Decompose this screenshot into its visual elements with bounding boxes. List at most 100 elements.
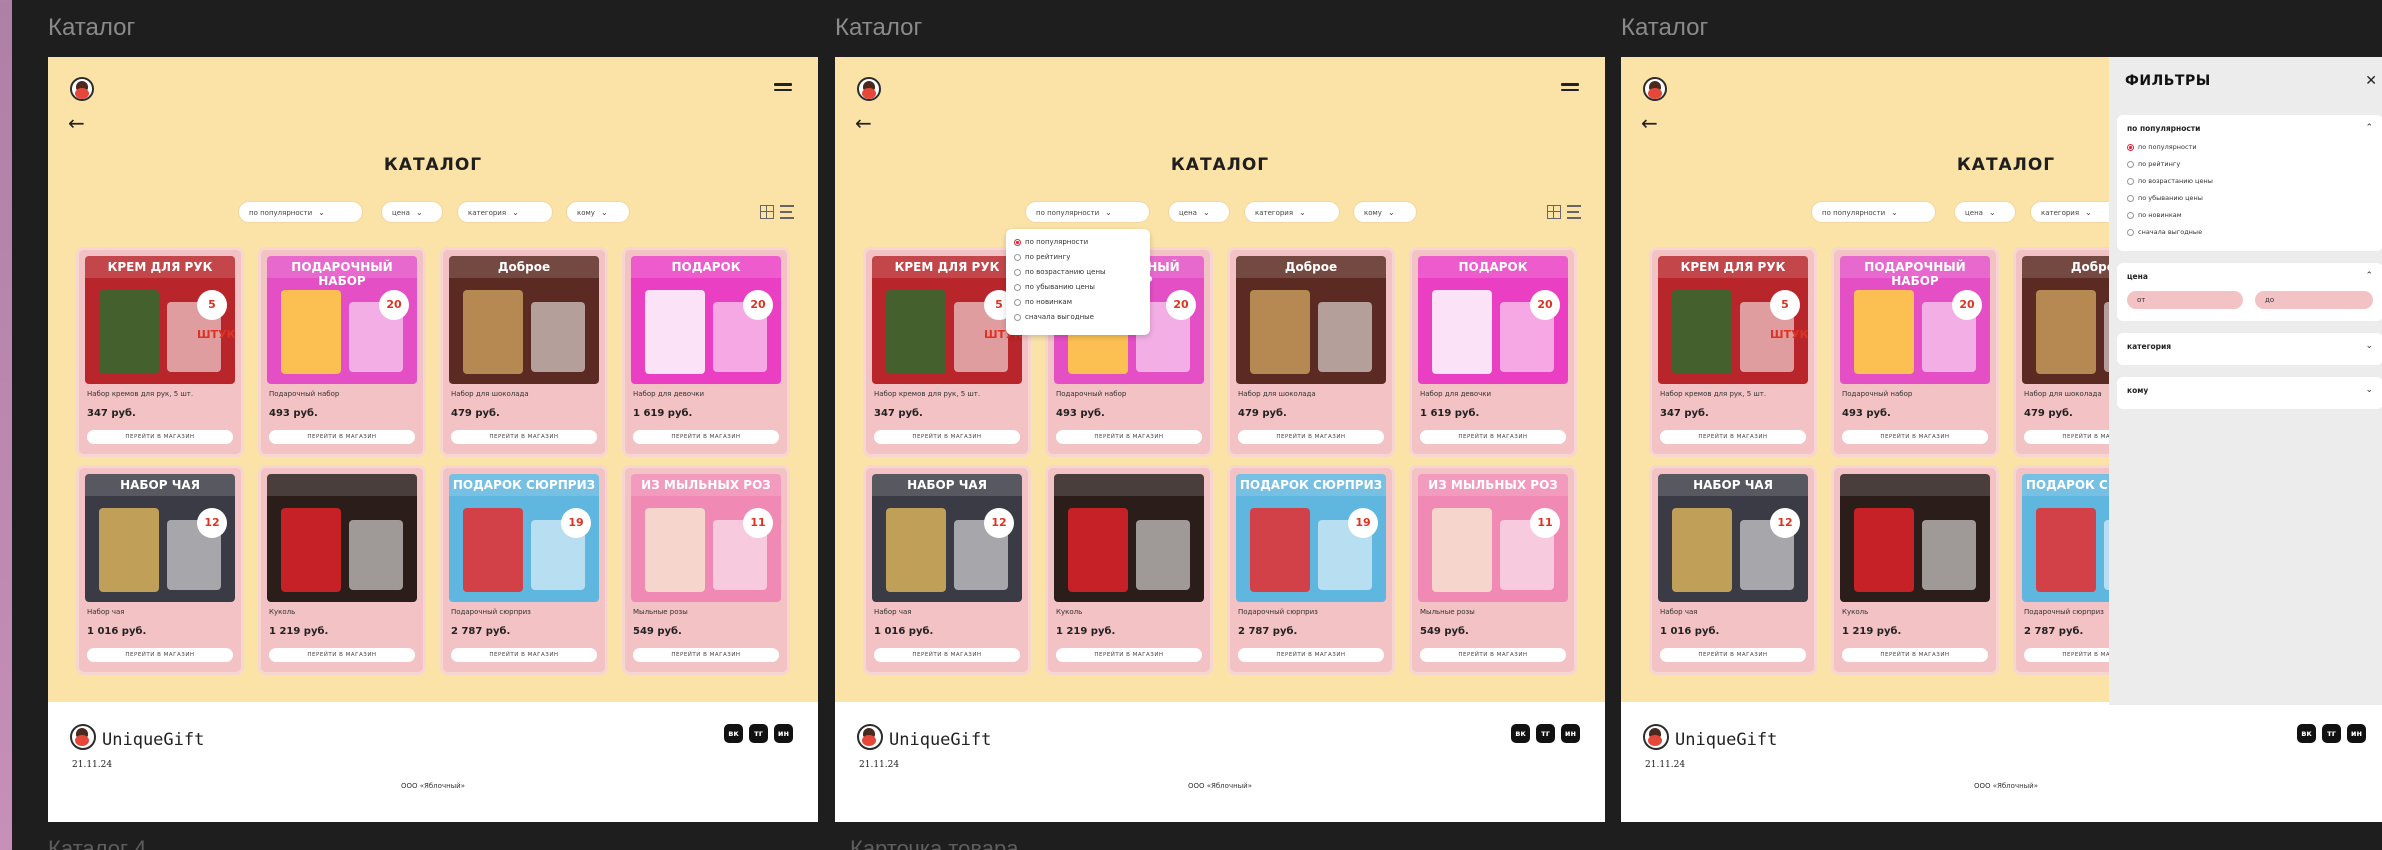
go-to-shop-button[interactable]: ПЕРЕЙТИ В МАГАЗИН [269, 648, 415, 662]
chevron-down-icon[interactable]: ⌄ [2365, 385, 2373, 395]
filter-chip[interactable]: цена ⌄ [1168, 201, 1230, 223]
filter-chip[interactable]: категория ⌄ [1244, 201, 1340, 223]
brand-logo-icon[interactable] [70, 77, 94, 101]
product-card[interactable]: НАБОР ЧАЯ 12 Набор чая 1 016 руб. ПЕРЕЙТИ В … [1649, 465, 1817, 675]
product-price: 479 руб. [1238, 408, 1287, 419]
product-card[interactable]: Куколь 1 219 руб. ПЕРЕЙТИ В МАГАЗИН [1831, 465, 1999, 675]
price-from-input[interactable]: от [2127, 291, 2243, 309]
product-card[interactable]: ПОДАРОК 20 Набор для девочки 1 619 руб. ПЕРЕ… [1409, 247, 1577, 457]
footer-org: ООО «Яблочный» [400, 782, 466, 790]
instagram-icon[interactable]: ин [774, 724, 793, 743]
go-to-shop-button[interactable]: ПЕРЕЙТИ В МАГАЗИН [1842, 430, 1988, 444]
list-view-icon[interactable] [1567, 205, 1581, 219]
go-to-shop-button[interactable]: ПЕРЕЙТИ В МАГАЗИН [451, 430, 597, 444]
go-to-shop-button[interactable]: ПЕРЕЙТИ В МАГАЗИН [451, 648, 597, 662]
product-card[interactable]: ИЗ МЫЛЬНЫХ РОЗ 11 Мыльные розы 549 руб. ПЕРЕ… [1409, 465, 1577, 675]
sort-option[interactable]: сначала выгодные [1014, 310, 1142, 325]
instagram-icon[interactable]: ин [1561, 724, 1580, 743]
go-to-shop-button[interactable]: ПЕРЕЙТИ В МАГАЗИН [1056, 430, 1202, 444]
list-view-icon[interactable] [780, 205, 794, 219]
sort-option[interactable]: по популярности [2117, 139, 2382, 156]
product-card[interactable]: ИЗ МЫЛЬНЫХ РОЗ 11 Мыльные розы 549 руб. ПЕРЕ… [622, 465, 790, 675]
go-to-shop-button[interactable]: ПЕРЕЙТИ В МАГАЗИН [1238, 430, 1384, 444]
product-card[interactable]: Доброе Набор для шоколада 479 руб. ПЕРЕЙТИ … [1227, 247, 1395, 457]
go-to-shop-button[interactable]: ПЕРЕЙТИ В МАГАЗИН [1660, 430, 1806, 444]
grid-view-icon[interactable] [760, 205, 774, 219]
telegram-icon[interactable]: тг [1536, 724, 1555, 743]
product-image-caption: ПОДАРОК [1458, 260, 1528, 274]
go-to-shop-button[interactable]: ПЕРЕЙТИ В МАГАЗИН [874, 430, 1020, 444]
sort-option[interactable]: по рейтингу [2117, 156, 2382, 173]
vk-icon[interactable]: вк [1511, 724, 1530, 743]
sort-option[interactable]: по убыванию цены [1014, 280, 1142, 295]
go-to-shop-button[interactable]: ПЕРЕЙТИ В МАГАЗИН [1238, 648, 1384, 662]
instagram-icon[interactable]: ин [2347, 724, 2366, 743]
sort-option[interactable]: по убыванию цены [2117, 190, 2382, 207]
filter-chip[interactable]: цена ⌄ [381, 201, 443, 223]
back-arrow-icon[interactable]: ← [1641, 113, 1658, 133]
brand-logo-icon[interactable] [1643, 77, 1667, 101]
vk-icon[interactable]: вк [724, 724, 743, 743]
go-to-shop-button[interactable]: ПЕРЕЙТИ В МАГАЗИН [874, 648, 1020, 662]
sort-option[interactable]: по возрастанию цены [1014, 265, 1142, 280]
go-to-shop-button[interactable]: ПЕРЕЙТИ В МАГАЗИН [87, 648, 233, 662]
go-to-shop-button[interactable]: ПЕРЕЙТИ В МАГАЗИН [633, 430, 779, 444]
product-image [1054, 474, 1204, 602]
product-card[interactable]: Куколь 1 219 руб. ПЕРЕЙТИ В МАГАЗИН [1045, 465, 1213, 675]
go-to-shop-button[interactable]: ПЕРЕЙТИ В МАГАЗИН [1842, 648, 1988, 662]
product-card[interactable]: ПОДАРОЧНЫЙ НАБОР20 Подарочный набор 493 ру… [1831, 247, 1999, 457]
price-to-input[interactable]: до [2255, 291, 2373, 309]
back-arrow-icon[interactable]: ← [855, 113, 872, 133]
back-arrow-icon[interactable]: ← [68, 113, 85, 133]
brand-logo-icon[interactable] [857, 77, 881, 101]
grid-view-icon[interactable] [1547, 205, 1561, 219]
filter-chip[interactable]: по популярности ⌄ [1811, 201, 1936, 223]
go-to-shop-button[interactable]: ПЕРЕЙТИ В МАГАЗИН [633, 648, 779, 662]
menu-icon[interactable] [774, 83, 792, 95]
product-card[interactable]: НАБОР ЧАЯ 12 Набор чая 1 016 руб. ПЕРЕЙТИ В … [76, 465, 244, 675]
whom-section[interactable]: кому ⌄ [2117, 377, 2382, 409]
category-section[interactable]: категория ⌄ [2117, 333, 2382, 365]
go-to-shop-button[interactable]: ПЕРЕЙТИ В МАГАЗИН [1420, 430, 1566, 444]
filter-chip-label: цена [1179, 209, 1197, 217]
sort-option[interactable]: по новинкам [1014, 295, 1142, 310]
chevron-down-icon[interactable]: ⌄ [2365, 341, 2373, 351]
product-card[interactable]: ПОДАРОК 20 Набор для девочки 1 619 руб. ПЕРЕ… [622, 247, 790, 457]
chevron-up-icon[interactable]: ⌃ [2365, 271, 2373, 281]
footer-org: ООО «Яблочный» [1973, 782, 2039, 790]
product-card[interactable]: НАБОР ЧАЯ 12 Набор чая 1 016 руб. ПЕРЕЙТИ В … [863, 465, 1031, 675]
filter-chip[interactable]: цена ⌄ [1954, 201, 2016, 223]
product-card[interactable]: ПОДАРОК СЮРПРИЗ 19 Подарочный сюрприз 2 787… [440, 465, 608, 675]
filter-chip-label: категория [1255, 209, 1294, 217]
product-card[interactable]: КРЕМ ДЛЯ РУК 5 ШТУК Набор кремов для рук, … [1649, 247, 1817, 457]
sort-option[interactable]: по новинкам [2117, 207, 2382, 224]
product-card[interactable]: КРЕМ ДЛЯ РУК 5 ШТУК Набор кремов для рук, … [76, 247, 244, 457]
sort-section-title[interactable]: по популярности [2127, 124, 2200, 133]
price-section-title[interactable]: цена [2127, 272, 2148, 281]
product-card[interactable]: Доброе Набор для шоколада 479 руб. ПЕРЕЙТИ … [440, 247, 608, 457]
vk-icon[interactable]: вк [2297, 724, 2316, 743]
go-to-shop-button[interactable]: ПЕРЕЙТИ В МАГАЗИН [1660, 648, 1806, 662]
menu-icon[interactable] [1561, 83, 1579, 95]
filter-chip[interactable]: категория ⌄ [457, 201, 553, 223]
sort-option[interactable]: сначала выгодные [2117, 224, 2382, 241]
sort-option[interactable]: по популярности [1014, 235, 1142, 250]
close-icon[interactable]: ✕ [2365, 73, 2377, 89]
filter-chip[interactable]: кому ⌄ [1353, 201, 1417, 223]
product-card[interactable]: Куколь 1 219 руб. ПЕРЕЙТИ В МАГАЗИН [258, 465, 426, 675]
sort-option[interactable]: по рейтингу [1014, 250, 1142, 265]
filter-chip[interactable]: кому ⌄ [566, 201, 630, 223]
chevron-up-icon[interactable]: ⌃ [2365, 123, 2373, 133]
go-to-shop-button[interactable]: ПЕРЕЙТИ В МАГАЗИН [1056, 648, 1202, 662]
product-card[interactable]: ПОДАРОК СЮРПРИЗ 19 Подарочный сюрприз 2 787… [1227, 465, 1395, 675]
filter-chip[interactable]: по популярности ⌄ [238, 201, 363, 223]
go-to-shop-button[interactable]: ПЕРЕЙТИ В МАГАЗИН [87, 430, 233, 444]
go-to-shop-button[interactable]: ПЕРЕЙТИ В МАГАЗИН [1420, 648, 1566, 662]
go-to-shop-button[interactable]: ПЕРЕЙТИ В МАГАЗИН [269, 430, 415, 444]
filter-chip[interactable]: по популярности ⌄ [1025, 201, 1150, 223]
telegram-icon[interactable]: тг [749, 724, 768, 743]
telegram-icon[interactable]: тг [2322, 724, 2341, 743]
sort-option[interactable]: по возрастанию цены [2117, 173, 2382, 190]
product-card[interactable]: ПОДАРОЧНЫЙ НАБОР20 Подарочный набор 493 ру… [258, 247, 426, 457]
product-badge: 19 [1348, 508, 1378, 538]
